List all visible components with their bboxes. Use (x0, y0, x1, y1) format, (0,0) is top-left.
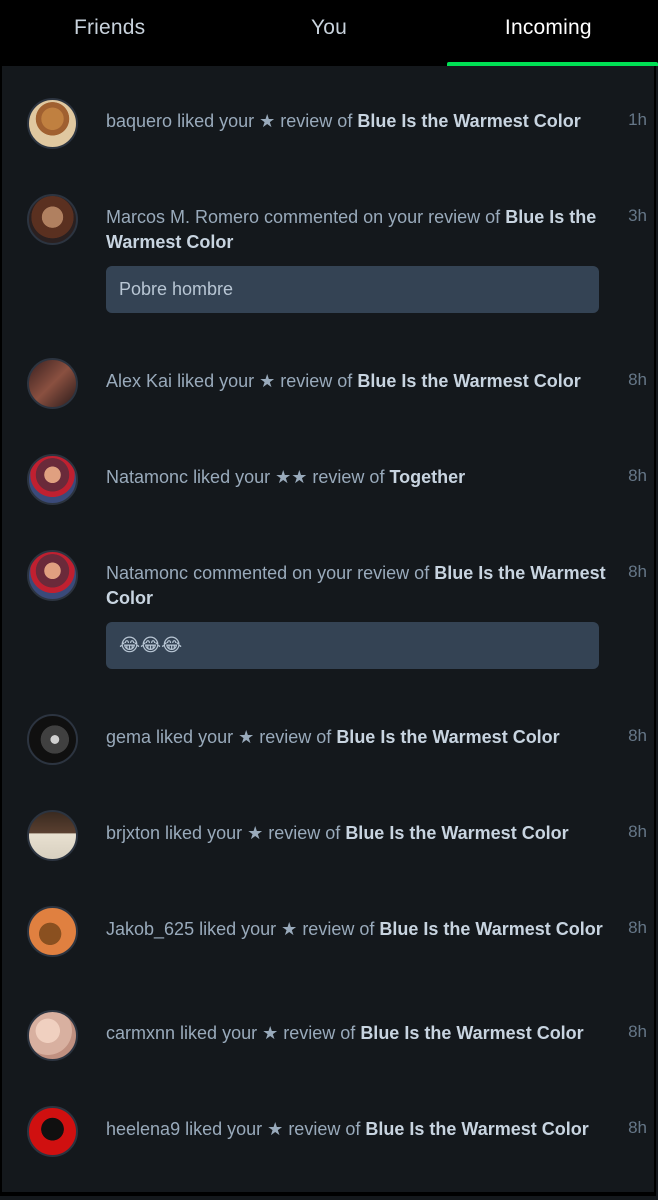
review-of-text: review of (259, 727, 332, 747)
notification-text: Natamonc commented on your review of Blu… (106, 561, 606, 611)
tab-label: Friends (73, 16, 146, 39)
star-rating: ★ (247, 823, 264, 843)
avatar[interactable] (27, 454, 78, 505)
user-name[interactable]: Alex Kai (106, 371, 172, 391)
avatar[interactable] (27, 1106, 78, 1157)
timestamp: 8h (628, 726, 647, 745)
review-of-text: review of (357, 563, 430, 583)
notification-text: gema liked your ★ review of Blue Is the … (106, 725, 606, 750)
review-of-text: review of (283, 1023, 356, 1043)
film-title[interactable]: Blue Is the Warmest Color (365, 1119, 588, 1139)
comment-preview[interactable]: 😂😂😂 (106, 622, 599, 669)
timestamp: 3h (628, 206, 647, 225)
user-name[interactable]: brjxton (106, 823, 160, 843)
action-text: liked your (193, 467, 271, 487)
tab-friends[interactable]: Friends (0, 0, 219, 56)
film-title[interactable]: Blue Is the Warmest Color (360, 1023, 583, 1043)
tab-bar: Friends You Incoming (0, 0, 658, 66)
star-rating: ★ (281, 919, 298, 939)
star-rating: ★ (259, 111, 276, 131)
film-title[interactable]: Together (389, 467, 465, 487)
user-name[interactable]: carmxnn (106, 1023, 175, 1043)
film-title[interactable]: Blue Is the Warmest Color (336, 727, 559, 747)
review-of-text: review of (288, 1119, 361, 1139)
user-name[interactable]: Marcos M. Romero (106, 207, 259, 227)
user-name[interactable]: heelena9 (106, 1119, 180, 1139)
notification-text: Jakob_625 liked your ★ review of Blue Is… (106, 917, 606, 942)
tab-label: Incoming (504, 16, 592, 39)
action-text: liked your (199, 919, 277, 939)
tab-incoming[interactable]: Incoming (439, 0, 658, 66)
avatar[interactable] (27, 714, 78, 765)
action-text: liked your (177, 371, 255, 391)
tab-you[interactable]: You (219, 0, 438, 56)
star-rating: ★ (262, 1023, 279, 1043)
action-text: liked your (156, 727, 234, 747)
notification-text: Alex Kai liked your ★ review of Blue Is … (106, 369, 606, 394)
avatar[interactable] (27, 1010, 78, 1061)
star-rating: ★★ (275, 467, 308, 487)
user-name[interactable]: baquero (106, 111, 172, 131)
review-of-text: review of (280, 371, 353, 391)
film-title[interactable]: Blue Is the Warmest Color (379, 919, 602, 939)
timestamp: 8h (628, 370, 647, 389)
review-of-text: review of (280, 111, 353, 131)
action-text: liked your (177, 111, 255, 131)
avatar[interactable] (27, 358, 78, 409)
notification-text: carmxnn liked your ★ review of Blue Is t… (106, 1021, 606, 1046)
avatar[interactable] (27, 906, 78, 957)
notification-text: Marcos M. Romero commented on your revie… (106, 205, 606, 255)
review-of-text: review of (268, 823, 341, 843)
action-text: commented on your (193, 563, 353, 583)
review-of-text: review of (312, 467, 385, 487)
notification-text: heelena9 liked your ★ review of Blue Is … (106, 1117, 606, 1142)
film-title[interactable]: Blue Is the Warmest Color (345, 823, 568, 843)
timestamp: 8h (628, 1118, 647, 1137)
notification-text: Natamonc liked your ★★ review of Togethe… (106, 465, 606, 490)
avatar[interactable] (27, 810, 78, 861)
notification-text: brjxton liked your ★ review of Blue Is t… (106, 821, 606, 846)
user-name[interactable]: Natamonc (106, 563, 188, 583)
timestamp: 8h (628, 562, 647, 581)
timestamp: 8h (628, 1022, 647, 1041)
film-title[interactable]: Blue Is the Warmest Color (357, 371, 580, 391)
action-text: liked your (185, 1119, 263, 1139)
timestamp: 8h (628, 822, 647, 841)
timestamp: 1h (628, 110, 647, 129)
star-rating: ★ (238, 727, 255, 747)
review-of-text: review of (302, 919, 375, 939)
review-of-text: review of (428, 207, 501, 227)
avatar[interactable] (27, 194, 78, 245)
action-text: commented on your (264, 207, 424, 227)
film-title[interactable]: Blue Is the Warmest Color (357, 111, 580, 131)
timestamp: 8h (628, 918, 647, 937)
user-name[interactable]: gema (106, 727, 151, 747)
user-name[interactable]: Natamonc (106, 467, 188, 487)
user-name[interactable]: Jakob_625 (106, 919, 194, 939)
action-text: liked your (180, 1023, 258, 1043)
star-rating: ★ (259, 371, 276, 391)
tab-label: You (310, 16, 348, 39)
notification-text: baquero liked your ★ review of Blue Is t… (106, 109, 606, 134)
timestamp: 8h (628, 466, 647, 485)
star-rating: ★ (267, 1119, 284, 1139)
action-text: liked your (165, 823, 243, 843)
comment-preview[interactable]: Pobre hombre (106, 266, 599, 313)
avatar[interactable] (27, 98, 78, 149)
avatar[interactable] (27, 550, 78, 601)
